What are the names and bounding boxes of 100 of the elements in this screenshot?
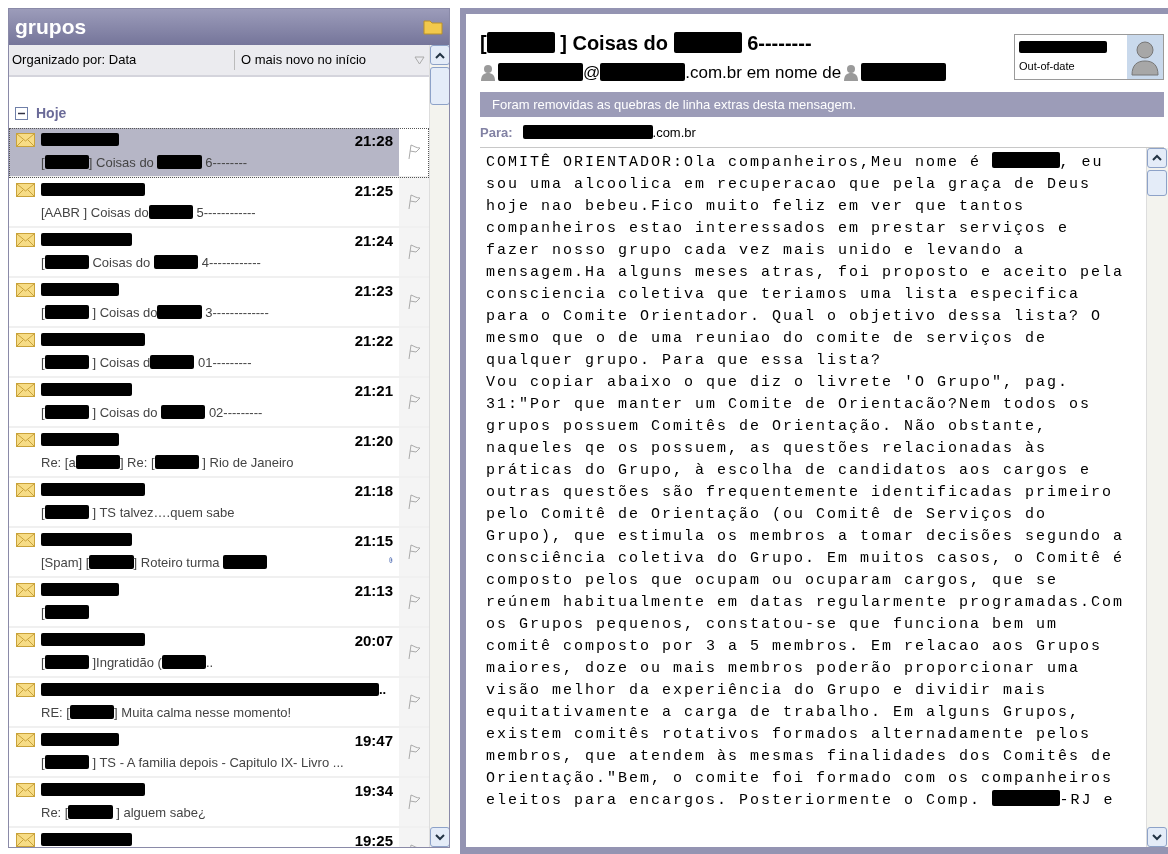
envelope-icon xyxy=(15,733,35,747)
sort-arrow-icon[interactable] xyxy=(414,55,425,65)
flag-icon[interactable] xyxy=(407,594,421,610)
flag-icon[interactable] xyxy=(407,244,421,260)
message-body-line: equitativamente a carga de trabalho. Em alguns Grupos, xyxy=(486,702,1082,723)
message-subject: [ Coisas do 4------------ xyxy=(41,254,261,272)
envelope-icon xyxy=(15,283,35,297)
envelope-icon xyxy=(15,333,35,347)
scroll-thumb[interactable] xyxy=(430,67,449,105)
message-item[interactable]: 21:21 [ ] Coisas do 02--------- xyxy=(9,378,429,428)
message-time: 19:25 xyxy=(354,830,394,847)
message-time: 21:18 xyxy=(354,480,394,501)
flag-icon[interactable] xyxy=(407,744,421,760)
caret-up-icon xyxy=(1152,154,1162,161)
message-body-line: práticas do Grupo, à escolha de candidatos aos cargos e xyxy=(486,460,1093,481)
message-subject: [Spam] [ ] Roteiro turma xyxy=(41,552,268,576)
folder-title: grupos xyxy=(15,14,87,41)
envelope-icon xyxy=(15,683,35,697)
group-header[interactable]: Hoje xyxy=(36,103,67,124)
message-body-line: mensagem.Ha alguns meses atras, foi proposto e aceito pela xyxy=(486,262,1126,283)
scrollbar[interactable] xyxy=(429,45,449,847)
message-subject: RE: [ ] Muita calma nesse momento! xyxy=(41,704,292,722)
message-body-line: membros, que atendem às mesmas finalidades dos Comitês de xyxy=(486,746,1115,767)
message-body-line: 31:"Por que manter um Comite de Orientacão?Nem todos os xyxy=(486,394,1093,415)
arranged-by-header[interactable]: Organizado por: Data xyxy=(9,50,235,70)
message-item[interactable]: 19:25 xyxy=(9,828,429,847)
scroll-up-button[interactable] xyxy=(430,45,449,65)
message-time: 21:28 xyxy=(354,130,394,151)
message-time: 21:21 xyxy=(354,380,394,401)
flag-icon[interactable] xyxy=(407,544,421,560)
sort-order-header[interactable]: O mais novo no início xyxy=(241,50,366,70)
message-item[interactable]: 19:34 Re: [ ] alguem sabe¿ xyxy=(9,778,429,828)
collapse-icon[interactable] xyxy=(15,107,28,120)
flag-icon[interactable] xyxy=(407,194,421,210)
message-subject: [AABR ] Coisas do 5------------ xyxy=(41,204,256,222)
message-time: 21:13 xyxy=(354,580,394,601)
message-subject: [ ] Coisas do 02--------- xyxy=(41,404,263,422)
message-item[interactable]: 21:22 [ ] Coisas d 01--------- xyxy=(9,328,429,378)
message-subject: Re: [ ] alguem sabe¿ xyxy=(41,804,206,822)
flag-icon[interactable] xyxy=(407,344,421,360)
message-body-line: maiores, doze ou mais membros poderão proporcionar uma xyxy=(486,658,1082,679)
message-subject: [ ] Coisas d 01--------- xyxy=(41,354,252,372)
envelope-icon xyxy=(15,133,35,147)
message-subject: [ ]Ingratidão ( .. xyxy=(41,654,214,672)
flag-icon[interactable] xyxy=(407,694,421,710)
message-body-line: naqueles qe os possuem, as questões relacionadas às xyxy=(486,438,1049,459)
message-item[interactable]: 21:25 [AABR ] Coisas do 5------------ xyxy=(9,178,429,228)
message-body-line: consciência coletiva do Grupo. Em muitos casos, o Comitê é xyxy=(486,548,1126,569)
message-time: 19:47 xyxy=(354,730,394,751)
contact-card[interactable]: Out-of-date xyxy=(1014,34,1164,80)
message-body-line: qualquer grupo. Para que essa lista? xyxy=(486,350,884,371)
message-body-line: hoje nao bebeu.Fico muito feliz em ver que tantos xyxy=(486,196,1027,217)
message-body-line: Grupo), que estimula os membros a tomar decisões segundo a xyxy=(486,526,1126,547)
message-body-line: pelo Comitê de Orientação (ou Comitê de Serviços do xyxy=(486,504,1049,525)
folder-icon[interactable] xyxy=(423,19,443,35)
flag-icon[interactable] xyxy=(407,144,421,160)
message-body-line: Orientação."Bem, o comite foi formado com os companheiros xyxy=(486,768,1115,789)
message-item[interactable]: 21:28 [ ] Coisas do 6-------- xyxy=(9,128,429,178)
message-subject: [ ] TS - A familia depois - Capitulo IX- Livro ... xyxy=(41,754,344,772)
flag-icon[interactable] xyxy=(407,494,421,510)
message-subject: [ ] TS talvez….quem sabe xyxy=(41,504,235,522)
message-item[interactable]: 19:47 [ ] TS - A familia depois - Capitulo IX- Livro ... xyxy=(9,728,429,778)
message-item[interactable]: 20:07 [ ]Ingratidão ( .. xyxy=(9,628,429,678)
message-item[interactable]: 21:23 [ ] Coisas do 3------------- xyxy=(9,278,429,328)
envelope-icon xyxy=(15,433,35,447)
message-item[interactable]: 21:20 Re: [a ] Re: [ ] Rio de Janeiro xyxy=(9,428,429,478)
caret-up-icon xyxy=(435,51,445,59)
envelope-icon xyxy=(15,533,35,547)
contact-status: Out-of-date xyxy=(1019,58,1076,74)
scroll-down-button[interactable] xyxy=(430,827,449,847)
message-item[interactable]: 21:13 [ xyxy=(9,578,429,628)
flag-icon[interactable] xyxy=(407,794,421,810)
flag-icon[interactable] xyxy=(407,444,421,460)
message-subject: [ ] Coisas do 3------------- xyxy=(41,304,269,322)
scrollbar[interactable] xyxy=(1146,147,1168,847)
envelope-icon xyxy=(15,383,35,397)
envelope-icon xyxy=(15,233,35,247)
message-time: 21:22 xyxy=(354,330,394,351)
message-item[interactable]: 21:18 [ ] TS talvez….quem sabe xyxy=(9,478,429,528)
info-bar: Foram removidas as quebras de linha extras desta mensagem. xyxy=(480,91,1164,117)
message-item[interactable]: 21:24 [ Coisas do 4------------ xyxy=(9,228,429,278)
sender-address: @ .com.br em nome de xyxy=(498,60,842,86)
envelope-icon xyxy=(15,183,35,197)
flag-icon[interactable] xyxy=(407,394,421,410)
message-item[interactable]: 21:15 [Spam] [ ] Roteiro turma xyxy=(9,528,429,578)
message-body-line: eleitos para encargos. Posteriormente o Comp. -RJ e xyxy=(486,789,1116,811)
flag-icon[interactable] xyxy=(407,294,421,310)
message-item[interactable]: .. RE: [ ] Muita calma nesse momento! xyxy=(9,678,429,728)
message-subject: Re: [a ] Re: [ ] Rio de Janeiro xyxy=(41,454,294,472)
message-body-line: grupos possuem Comitês de Orientação. Não obstante, xyxy=(486,416,1049,437)
scroll-thumb[interactable] xyxy=(1147,169,1167,196)
scroll-up-button[interactable] xyxy=(1147,147,1167,168)
caret-down-icon xyxy=(435,833,445,841)
scroll-down-button[interactable] xyxy=(1147,827,1167,847)
message-body-line: mesmo que o de uma reuniao do comite de serviços de xyxy=(486,328,1049,349)
envelope-icon xyxy=(15,583,35,597)
envelope-icon xyxy=(15,483,35,497)
message-time: 21:15 xyxy=(354,530,394,551)
flag-icon[interactable] xyxy=(407,644,421,660)
message-time: 19:34 xyxy=(354,780,394,801)
